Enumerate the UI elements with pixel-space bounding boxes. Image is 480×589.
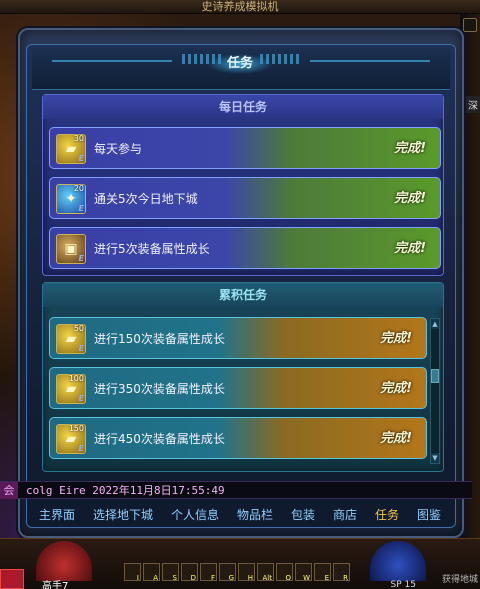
task-row[interactable]: ▣ E 进行5次装备属性成长 完成! xyxy=(49,227,441,269)
accumulated-quests-section: 累积任务 ▰ 50 E 进行150次装备属性成长 完成! ▰ 100 E 进行3… xyxy=(42,282,444,472)
task-row[interactable]: ▰ 100 E 进行350次装备属性成长 完成! xyxy=(49,367,427,409)
sp-counter: SP 15 xyxy=(390,580,416,589)
task-status: 完成! xyxy=(394,141,426,156)
nav-select-dungeon[interactable]: 选择地下城 xyxy=(93,506,153,523)
nav-profile[interactable]: 个人信息 xyxy=(171,506,219,523)
nav-package[interactable]: 包装 xyxy=(291,506,315,523)
gold-ingot-icon: ▰ 30 E xyxy=(56,134,86,164)
player-name: 高手7 xyxy=(42,581,69,589)
skill-slot[interactable]: R xyxy=(333,563,350,581)
blue-dungeon-icon: ✦ 20 E xyxy=(56,184,86,214)
task-name: 进行350次装备属性成长 xyxy=(94,382,225,396)
game-hud: I A S D F G H Alt Q W E R 高手7 SP 15 获得地城 xyxy=(0,538,480,589)
chat-message: colg Eire 2022年11月8日17:55:49 xyxy=(26,484,225,497)
scroll-thumb[interactable] xyxy=(431,369,439,383)
task-status: 完成! xyxy=(394,191,426,206)
bottom-nav: 主界面 选择地下城 个人信息 物品栏 包装 商店 任务 图鉴 xyxy=(30,500,450,528)
reward-count: 150 xyxy=(68,424,84,433)
section-title-daily: 每日任务 xyxy=(43,95,443,119)
scroll-up-icon[interactable]: ▲ xyxy=(431,319,439,329)
chat-channel-tag: 会 xyxy=(0,482,18,499)
skill-slot[interactable]: Alt xyxy=(257,563,274,581)
skill-slot[interactable]: H xyxy=(238,563,255,581)
skill-slot[interactable]: S xyxy=(162,563,179,581)
menu-icon[interactable] xyxy=(0,569,24,589)
nav-codex[interactable]: 图鉴 xyxy=(417,506,441,523)
skill-slot[interactable]: I xyxy=(124,563,141,581)
status-text: 获得地城 xyxy=(441,575,478,585)
task-name: 进行150次装备属性成长 xyxy=(94,332,225,346)
task-row[interactable]: ▰ 30 E 每天参与 完成! xyxy=(49,127,441,169)
skill-slot[interactable]: A xyxy=(143,563,160,581)
skill-slot[interactable]: F xyxy=(200,563,217,581)
scroll-down-icon[interactable]: ▼ xyxy=(431,453,439,463)
reward-count: 20 xyxy=(73,184,84,193)
nav-main[interactable]: 主界面 xyxy=(39,506,75,523)
skill-slot[interactable]: G xyxy=(219,563,236,581)
page-title: 任务 xyxy=(207,54,273,74)
hp-orb xyxy=(36,541,92,581)
reward-count: 50 xyxy=(73,324,84,333)
gold-ingot-icon: ▰ 100 E xyxy=(56,374,86,404)
chat-line: 会 colg Eire 2022年11月8日17:55:49 xyxy=(0,481,472,499)
skill-slot[interactable]: W xyxy=(295,563,312,581)
task-status: 完成! xyxy=(380,431,412,446)
skill-slot[interactable]: Q xyxy=(276,563,293,581)
task-status: 完成! xyxy=(394,241,426,256)
header-decoration xyxy=(52,60,172,62)
task-row[interactable]: ▰ 50 E 进行150次装备属性成长 完成! xyxy=(49,317,427,359)
skill-slot[interactable]: E xyxy=(314,563,331,581)
skill-slot[interactable]: D xyxy=(181,563,198,581)
section-title-accumulated: 累积任务 xyxy=(43,283,443,307)
task-name: 进行5次装备属性成长 xyxy=(94,242,210,256)
equipment-box-icon: ▣ E xyxy=(56,234,86,264)
reward-count: 100 xyxy=(68,374,84,383)
window-title: 史诗养成模拟机 xyxy=(0,0,480,14)
gold-ingot-icon: ▰ 50 E xyxy=(56,324,86,354)
task-name: 进行450次装备属性成长 xyxy=(94,432,225,446)
scrollbar[interactable]: ▲ ▼ xyxy=(430,318,440,464)
task-status: 完成! xyxy=(380,381,412,396)
skill-hotbar: I A S D F G H Alt Q W E R xyxy=(124,563,360,583)
header-decoration xyxy=(310,60,430,62)
close-icon[interactable] xyxy=(463,18,477,32)
gold-ingot-icon: ▰ 150 E xyxy=(56,424,86,454)
task-name: 每天参与 xyxy=(94,142,143,156)
side-tag: 深 xyxy=(466,96,480,113)
nav-shop[interactable]: 商店 xyxy=(333,506,357,523)
daily-quests-section: 每日任务 ▰ 30 E 每天参与 完成! ✦ 20 E 通关5次今日地下城 完成… xyxy=(42,94,444,276)
nav-quests[interactable]: 任务 xyxy=(375,506,399,523)
task-row[interactable]: ✦ 20 E 通关5次今日地下城 完成! xyxy=(49,177,441,219)
nav-inventory[interactable]: 物品栏 xyxy=(237,506,273,523)
task-name: 通关5次今日地下城 xyxy=(94,192,198,206)
reward-count: 30 xyxy=(73,134,84,143)
task-row[interactable]: ▰ 150 E 进行450次装备属性成长 完成! xyxy=(49,417,427,459)
task-status: 完成! xyxy=(380,331,412,346)
mp-orb xyxy=(370,541,426,581)
